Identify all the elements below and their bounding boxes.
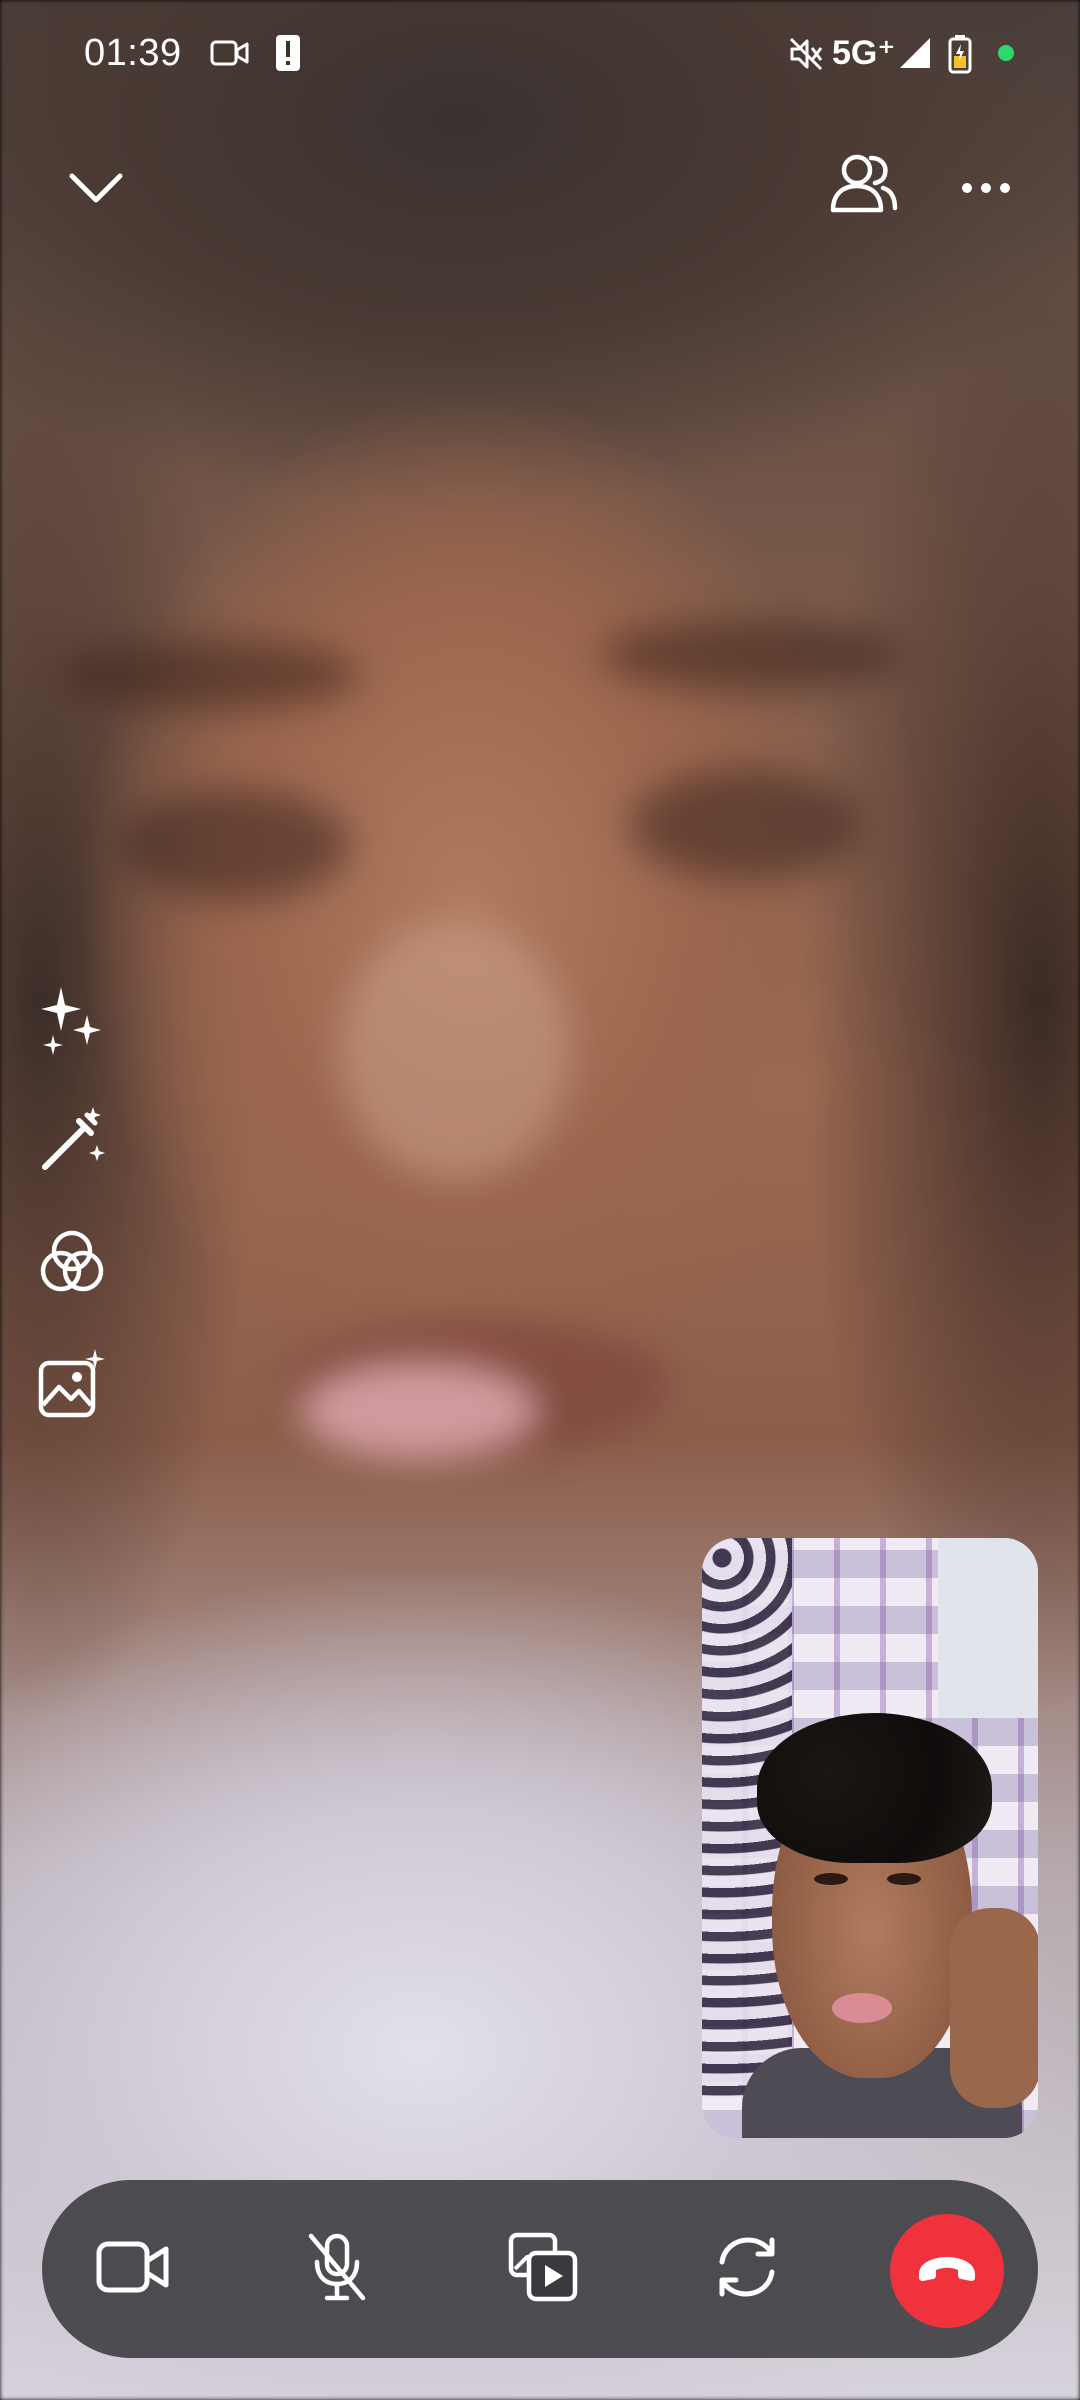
alert-icon bbox=[275, 34, 301, 77]
self-view-person bbox=[814, 1873, 848, 1885]
chevron-down-icon bbox=[68, 171, 124, 210]
remote-face-detail bbox=[340, 920, 570, 1180]
screen-share-icon bbox=[507, 2231, 579, 2308]
people-icon bbox=[827, 152, 899, 219]
self-video-preview[interactable] bbox=[702, 1538, 1038, 2138]
touch-up-button[interactable] bbox=[30, 1100, 114, 1184]
more-horizontal-icon bbox=[961, 181, 1011, 199]
flip-camera-button[interactable] bbox=[702, 2224, 792, 2314]
video-camera-icon bbox=[210, 38, 250, 73]
remote-face-detail bbox=[600, 620, 900, 690]
self-view-person bbox=[950, 1908, 1038, 2108]
signal-icon bbox=[898, 36, 932, 75]
background-button[interactable] bbox=[30, 1344, 114, 1428]
remote-face-detail bbox=[60, 640, 360, 710]
mic-off-icon bbox=[305, 2232, 369, 2307]
mute-icon bbox=[788, 36, 824, 77]
minimize-call-button[interactable] bbox=[56, 150, 136, 230]
filters-icon bbox=[37, 1227, 107, 1302]
remote-face-detail bbox=[630, 770, 860, 880]
call-controls-bar bbox=[42, 2180, 1038, 2358]
toggle-mic-button[interactable] bbox=[292, 2224, 382, 2314]
filters-button[interactable] bbox=[30, 1222, 114, 1306]
status-time: 01:39 bbox=[84, 32, 182, 74]
privacy-indicator-dot bbox=[998, 45, 1014, 61]
video-camera-icon bbox=[96, 2239, 170, 2300]
participants-button[interactable] bbox=[818, 140, 908, 230]
network-type: 5G⁺ bbox=[832, 34, 896, 72]
self-view-person bbox=[757, 1713, 992, 1863]
magic-wand-icon bbox=[37, 1105, 107, 1180]
end-call-icon bbox=[915, 2254, 979, 2289]
battery-icon bbox=[948, 34, 972, 79]
effects-button[interactable] bbox=[30, 980, 114, 1064]
status-bar: 01:39 5G⁺ bbox=[0, 0, 1080, 110]
toggle-video-button[interactable] bbox=[88, 2224, 178, 2314]
share-media-button[interactable] bbox=[498, 2224, 588, 2314]
remote-face-detail bbox=[300, 1360, 540, 1460]
background-icon bbox=[37, 1348, 107, 1424]
self-view-person bbox=[887, 1873, 921, 1885]
self-view-background bbox=[938, 1538, 1038, 1718]
flip-camera-icon bbox=[712, 2232, 782, 2307]
end-call-button[interactable] bbox=[890, 2214, 1004, 2328]
sparkles-icon bbox=[37, 985, 107, 1060]
more-options-button[interactable] bbox=[946, 150, 1026, 230]
video-call-screen: 01:39 5G⁺ bbox=[0, 0, 1080, 2400]
remote-face-detail bbox=[120, 790, 350, 900]
self-view-person bbox=[832, 1993, 892, 2023]
